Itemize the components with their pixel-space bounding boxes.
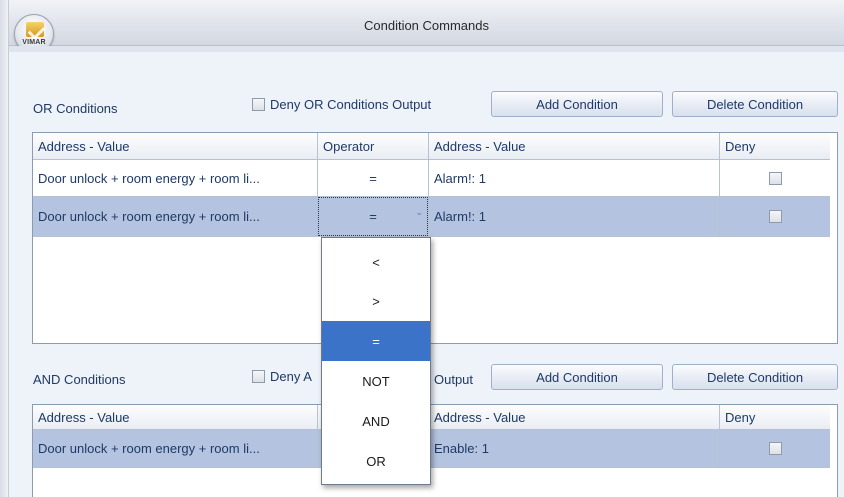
deny-and-output-label: Deny A (270, 369, 312, 384)
title-bar: Condition Commands (9, 0, 844, 46)
dropdown-option-not[interactable]: NOT (322, 361, 430, 401)
vimar-logo-icon (26, 22, 44, 37)
dropdown-option-or[interactable]: OR (322, 441, 430, 481)
column-header-address-value-2[interactable]: Address - Value (429, 133, 720, 160)
and-delete-condition-button[interactable]: Delete Condition (672, 364, 838, 390)
deny-and-output-label-tail: Output (434, 372, 474, 387)
dropdown-option-less-than[interactable]: < (322, 242, 430, 282)
column-header-deny[interactable]: Deny (720, 133, 830, 160)
address-value-cell[interactable]: Door unlock + room energy + room li... (33, 197, 318, 237)
checkbox-box[interactable] (252, 98, 265, 111)
and-conditions-label: AND Conditions (33, 372, 126, 387)
address-value-cell-2[interactable]: Enable: 1 (429, 430, 720, 468)
address-value-cell[interactable]: Door unlock + room energy + room li... (33, 160, 318, 197)
checkbox-box[interactable] (252, 370, 265, 383)
address-value-cell[interactable]: Door unlock + room energy + room li... (33, 430, 318, 468)
and-conditions-grid: Address - Value Address - Value Deny Doo… (32, 404, 838, 497)
operator-dropdown-list: < > = NOT AND OR (321, 237, 431, 485)
deny-cell[interactable] (720, 197, 830, 237)
table-row-selected[interactable]: Door unlock + room energy + room li... =… (33, 197, 837, 237)
dropdown-option-and[interactable]: AND (322, 401, 430, 441)
column-header-address-value[interactable]: Address - Value (33, 133, 318, 160)
deny-or-output-checkbox[interactable]: Deny OR Conditions Output (252, 97, 431, 112)
or-conditions-label: OR Conditions (33, 101, 118, 116)
column-header-address-value-2[interactable]: Address - Value (429, 405, 720, 430)
deny-or-output-label: Deny OR Conditions Output (270, 97, 432, 112)
column-header-operator[interactable]: Operator (318, 133, 429, 160)
window-left-edge (0, 0, 9, 497)
chevron-down-icon[interactable]: ⌄ (415, 207, 423, 218)
operator-combobox[interactable]: = ⌄ (318, 197, 428, 236)
dropdown-option-greater-than[interactable]: > (322, 281, 430, 321)
column-header-deny[interactable]: Deny (720, 405, 830, 430)
and-add-condition-button[interactable]: Add Condition (491, 364, 663, 390)
window-title: Condition Commands (363, 18, 489, 33)
deny-checkbox[interactable] (768, 442, 782, 455)
deny-cell[interactable] (720, 430, 830, 468)
address-value-cell-2[interactable]: Alarm!: 1 (429, 160, 720, 197)
deny-checkbox[interactable] (768, 210, 782, 223)
or-add-condition-button[interactable]: Add Condition (491, 91, 663, 117)
operator-combobox-cell[interactable]: = ⌄ (318, 197, 429, 237)
and-grid-header: Address - Value Address - Value Deny (33, 405, 837, 430)
vimar-logo-text: VIMAR (22, 39, 46, 46)
column-header-address-value[interactable]: Address - Value (33, 405, 318, 430)
operator-cell[interactable]: = (318, 160, 429, 197)
deny-cell[interactable] (720, 160, 830, 197)
or-conditions-grid: Address - Value Operator Address - Value… (32, 132, 838, 344)
deny-and-output-checkbox[interactable]: Deny A (252, 369, 312, 384)
address-value-cell-2[interactable]: Alarm!: 1 (429, 197, 720, 237)
deny-checkbox[interactable] (768, 171, 782, 185)
table-row-selected[interactable]: Door unlock + room energy + room li... E… (33, 430, 837, 468)
or-grid-header: Address - Value Operator Address - Value… (33, 133, 837, 160)
operator-combobox-value: = (369, 209, 377, 224)
dropdown-option-equals[interactable]: = (322, 321, 430, 361)
table-row[interactable]: Door unlock + room energy + room li... =… (33, 160, 837, 197)
or-delete-condition-button[interactable]: Delete Condition (672, 91, 838, 117)
